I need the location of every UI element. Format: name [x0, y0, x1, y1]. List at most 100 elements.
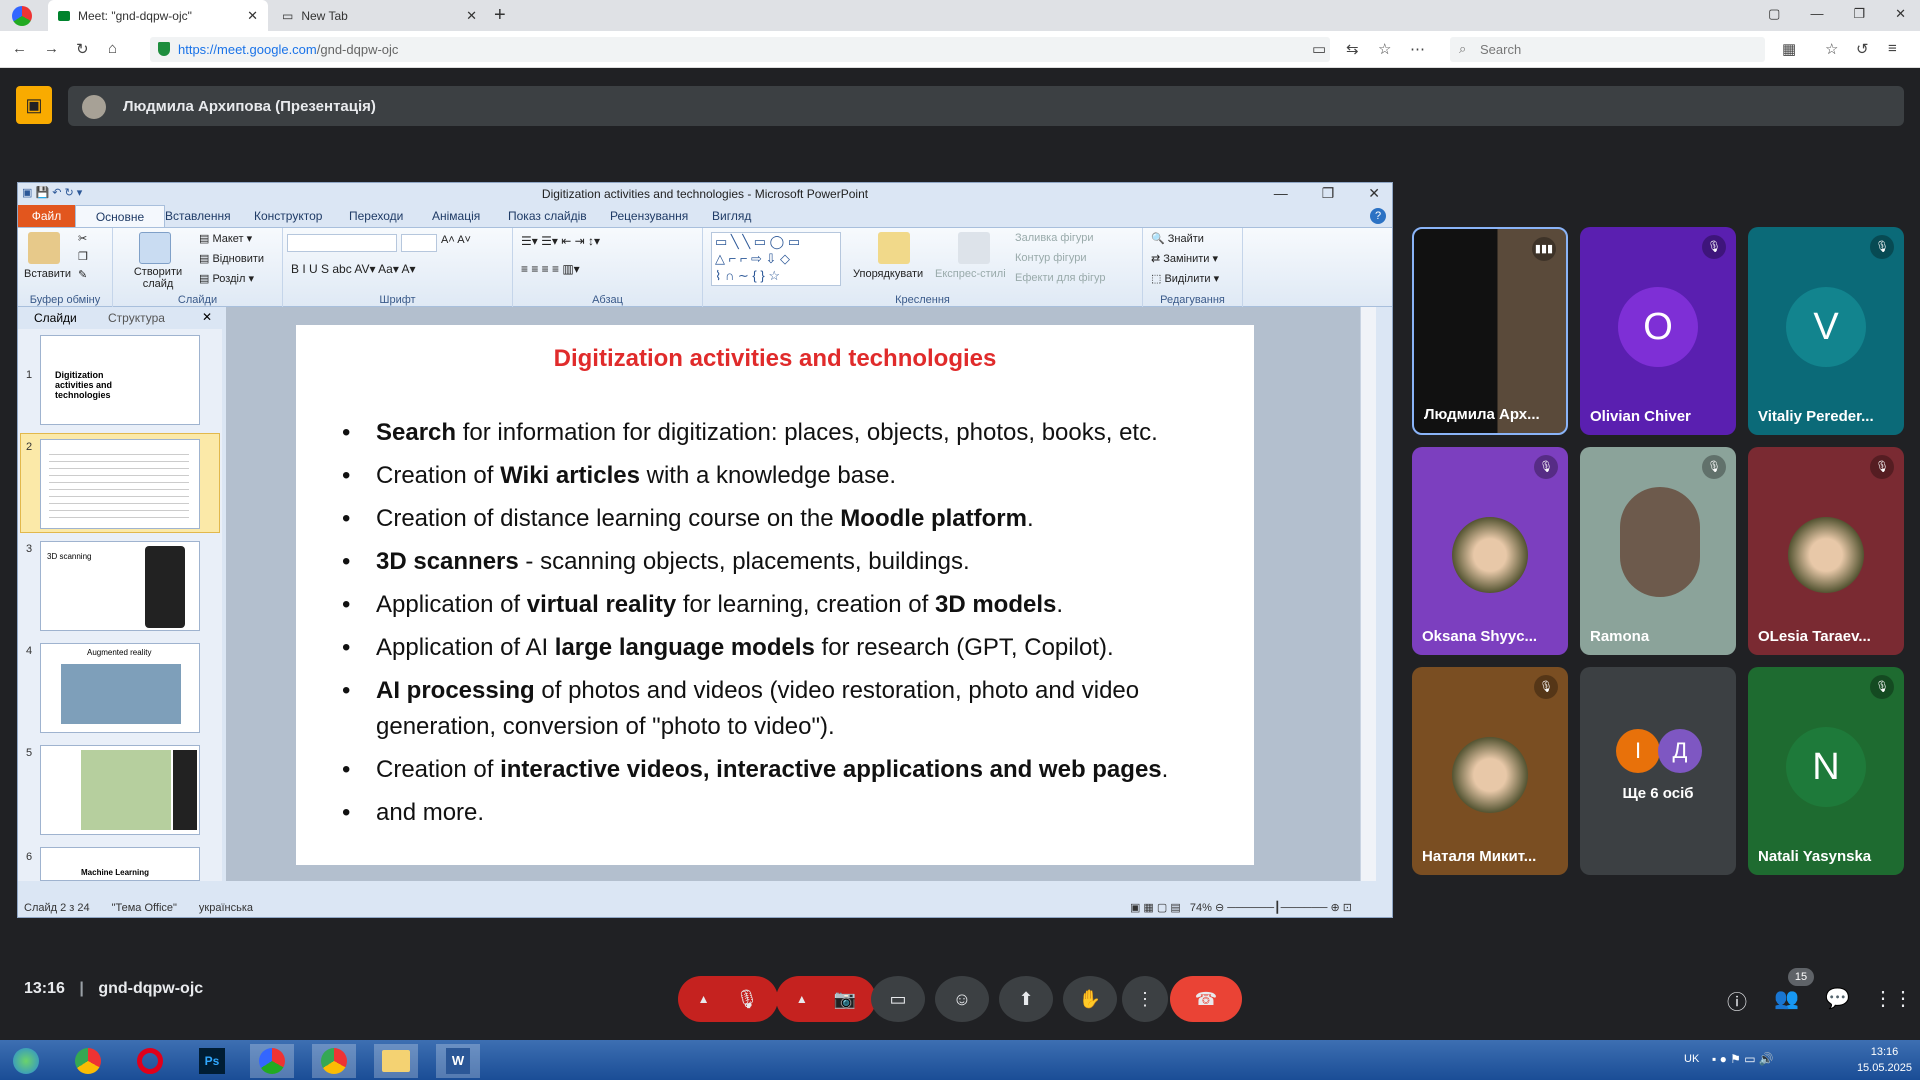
tab-insert[interactable]: Вставлення — [165, 209, 231, 223]
people-icon[interactable]: 👥 — [1774, 986, 1799, 1011]
menu-icon[interactable]: ≡ — [1888, 40, 1897, 57]
more-options-button[interactable]: ⋮ — [1122, 976, 1168, 1022]
slide-thumb-4[interactable]: Augmented reality — [40, 643, 200, 733]
slide-canvas[interactable]: Digitization activities and technologies… — [296, 325, 1254, 865]
fit-icon[interactable]: ⊡ — [1343, 902, 1352, 914]
paste-icon[interactable] — [28, 232, 60, 264]
input-language[interactable]: UK — [1684, 1053, 1699, 1065]
close-icon[interactable]: ✕ — [202, 310, 212, 324]
new-slide-button[interactable]: Створити слайд — [119, 266, 197, 290]
vertical-scrollbar[interactable] — [1360, 307, 1376, 881]
reset-button[interactable]: ▤ Відновити — [199, 252, 264, 265]
tab-slideshow[interactable]: Показ слайдів — [508, 209, 587, 223]
star-icon[interactable]: ☆ — [1378, 40, 1391, 58]
reader-icon[interactable]: ▭ — [1312, 40, 1326, 58]
raise-hand-button[interactable]: ✋ — [1063, 976, 1117, 1022]
view-icons[interactable]: ▣ ▦ ▢ ▤ — [1130, 902, 1187, 914]
participant-tile[interactable]: 🎙 Oksana Shyyc... — [1412, 447, 1568, 655]
copy-icon[interactable]: ❐ — [78, 250, 88, 263]
chevron-up-icon[interactable]: ▲ — [796, 992, 808, 1006]
font-grow-icon[interactable]: A˄ A˅ — [441, 234, 471, 246]
start-button[interactable] — [4, 1044, 48, 1078]
favorites-icon[interactable]: ☆ — [1825, 40, 1838, 58]
captions-button[interactable]: ▭ — [871, 976, 925, 1022]
info-icon[interactable]: ⓘ — [1727, 986, 1747, 1015]
shape-outline-button[interactable]: Контур фігури — [1015, 252, 1086, 264]
shape-effects-button[interactable]: Ефекти для фігур — [1015, 272, 1106, 284]
new-tab-plus-icon[interactable]: + — [494, 4, 506, 27]
zoom-in-icon[interactable]: ⊕ — [1331, 902, 1343, 914]
new-slide-icon[interactable] — [139, 232, 171, 264]
chat-icon[interactable]: 💬 — [1825, 986, 1850, 1011]
tab-slides[interactable]: Слайди — [34, 311, 77, 325]
present-button[interactable]: ⬆ — [999, 976, 1053, 1022]
zoom-slider[interactable]: ──────┃────── — [1227, 902, 1327, 914]
home-icon[interactable]: ⌂ — [108, 40, 117, 57]
quick-styles-icon[interactable] — [958, 232, 990, 264]
tab-file[interactable]: Файл — [18, 205, 75, 227]
section-button[interactable]: ▤ Розділ ▾ — [199, 272, 254, 285]
close-window-icon[interactable]: ✕ — [1895, 6, 1906, 22]
tab-home[interactable]: Основне — [75, 205, 165, 228]
cut-icon[interactable]: ✂ — [78, 232, 87, 245]
undo-icon[interactable]: ↺ — [1856, 40, 1869, 58]
zoom-out-icon[interactable]: ⊖ — [1215, 902, 1227, 914]
translate-icon[interactable]: ⇆ — [1346, 40, 1359, 58]
browser-logo-icon[interactable] — [12, 6, 32, 26]
camera-button[interactable]: ▲ 📷 — [776, 976, 876, 1022]
activities-icon[interactable]: ⋮⋮ — [1873, 986, 1913, 1011]
chrome-taskbar-icon[interactable] — [66, 1044, 110, 1078]
participant-tile[interactable]: O 🎙 Olivian Chiver — [1580, 227, 1736, 435]
presentation-icon[interactable]: ▣ — [16, 86, 52, 124]
reactions-button[interactable]: ☺ — [935, 976, 989, 1022]
align-icons[interactable]: ≡ ≡ ≡ ≡ ▥▾ — [521, 262, 580, 276]
participant-tile[interactable]: V 🎙 Vitaliy Pereder... — [1748, 227, 1904, 435]
tab-review[interactable]: Рецензування — [610, 209, 688, 223]
format-painter-icon[interactable]: ✎ — [78, 268, 87, 281]
slide-thumb-1[interactable]: Digitization activities and technologies — [40, 335, 200, 425]
participant-tile[interactable]: 🎙 Наталя Микит... — [1412, 667, 1568, 875]
opera-taskbar-icon[interactable] — [128, 1044, 172, 1078]
search-input[interactable]: ⌕ Search — [1450, 37, 1765, 62]
help-icon[interactable]: ? — [1370, 208, 1386, 224]
arrange-button[interactable]: Упорядкувати — [853, 268, 923, 280]
browser-taskbar-icon[interactable] — [250, 1044, 294, 1078]
font-size-dropdown[interactable] — [401, 234, 437, 252]
tab-outline[interactable]: Структура — [108, 311, 165, 325]
shape-fill-button[interactable]: Заливка фігури — [1015, 232, 1094, 244]
restore-icon[interactable]: ❐ — [1322, 185, 1335, 202]
tab-view[interactable]: Вигляд — [712, 209, 751, 223]
find-button[interactable]: 🔍 Знайти — [1151, 232, 1204, 245]
close-icon[interactable]: ✕ — [247, 8, 258, 24]
leave-call-button[interactable]: ☎ — [1170, 976, 1242, 1022]
slide-thumb-5[interactable] — [40, 745, 200, 835]
reload-icon[interactable]: ↻ — [76, 40, 89, 58]
tab-count-icon[interactable]: ▢ — [1768, 6, 1780, 22]
arrange-icon[interactable] — [878, 232, 910, 264]
explorer-taskbar-icon[interactable] — [374, 1044, 418, 1078]
participant-tile[interactable]: ІД🎙Ще 6 осіб — [1580, 667, 1736, 875]
forward-icon[interactable]: → — [44, 40, 59, 57]
maximize-icon[interactable]: ❐ — [1853, 6, 1865, 22]
participant-tile[interactable]: 🎙 OLesia Taraev... — [1748, 447, 1904, 655]
close-icon[interactable]: ✕ — [466, 8, 477, 24]
tab-design[interactable]: Конструктор — [254, 209, 322, 223]
close-icon[interactable]: ✕ — [1368, 185, 1380, 202]
participant-tile[interactable]: ▮▮▮ Людмила Арх... — [1412, 227, 1568, 435]
back-icon[interactable]: ← — [12, 40, 27, 57]
tab-meet[interactable]: Meet: "gnd-dqpw-ojc" ✕ — [48, 0, 268, 31]
minimize-icon[interactable]: — — [1810, 6, 1823, 22]
word-taskbar-icon[interactable]: W — [436, 1044, 480, 1078]
system-clock[interactable]: 13:16 15.05.2025 — [1857, 1044, 1912, 1076]
layout-button[interactable]: ▤ Макет ▾ — [199, 232, 252, 245]
slide-thumb-2[interactable] — [40, 439, 200, 529]
slide-thumb-6[interactable]: Machine Learning — [40, 847, 200, 881]
tab-new[interactable]: ▭ New Tab ✕ — [272, 0, 487, 31]
slide-thumb-3[interactable]: 3D scanning — [40, 541, 200, 631]
qat-icons[interactable]: ▣ 💾 ↶ ↻ ▾ — [22, 186, 82, 199]
font-name-dropdown[interactable] — [287, 234, 397, 252]
apps-icon[interactable]: ▦ — [1782, 40, 1796, 58]
list-icons[interactable]: ☰▾ ☰▾ ⇤ ⇥ ↕▾ — [521, 234, 600, 248]
font-format-icons[interactable]: B I U S abc AV▾ Aa▾ A▾ — [291, 262, 416, 276]
shapes-gallery[interactable]: ▭ ╲ ╲ ▭ ◯ ▭ △ ⌐ ⌐ ⇨ ⇩ ◇ ⌇ ∩ ∼ { } ☆ — [711, 232, 841, 286]
